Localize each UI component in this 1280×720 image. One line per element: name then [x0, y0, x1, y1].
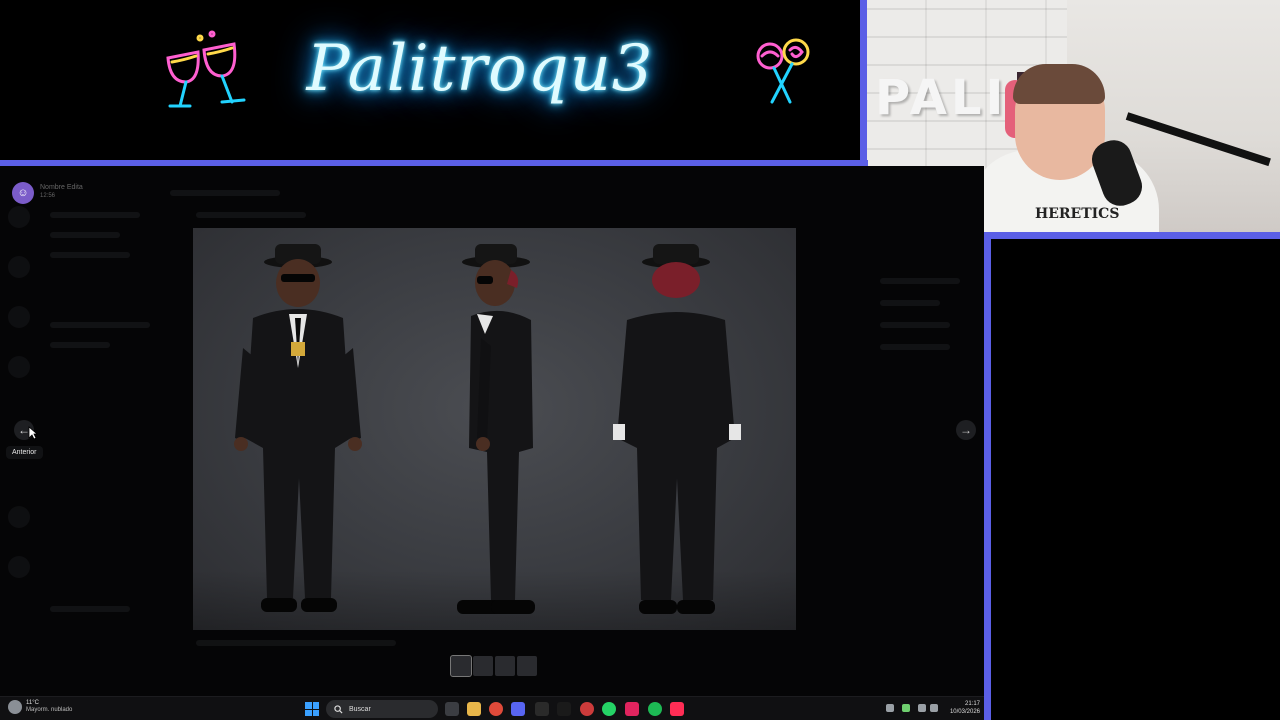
member-item[interactable] — [880, 344, 950, 350]
member-item[interactable] — [880, 278, 960, 284]
search-label: Buscar — [349, 705, 371, 713]
epic-games-icon[interactable] — [535, 702, 549, 716]
network-icon[interactable] — [918, 704, 926, 712]
system-clock[interactable]: 21:17 10/03/2026 — [942, 700, 980, 716]
mic-arm — [1125, 112, 1271, 167]
file-explorer-icon[interactable] — [467, 702, 481, 716]
banner-title: Palitroqu3 — [306, 32, 654, 106]
previous-tooltip: Anterior — [6, 446, 43, 459]
channel-item[interactable] — [50, 606, 130, 612]
uploader-avatar[interactable]: ☺ — [12, 182, 34, 204]
weather-widget[interactable]: 11°C Mayorm. nublado — [8, 700, 72, 714]
cloud-icon — [8, 700, 22, 714]
channel-item[interactable] — [50, 252, 130, 258]
discord-icon[interactable] — [511, 702, 525, 716]
shirt-text: HERETICS — [1035, 206, 1120, 222]
channel-item[interactable] — [50, 342, 110, 348]
screen-capture: ☺ Nombre Edita 12:56 ← Anterior → — [0, 166, 984, 696]
server-icon[interactable] — [8, 256, 30, 278]
message-text — [196, 212, 306, 218]
character-front-view — [234, 244, 362, 612]
windows-taskbar: 11°C Mayorm. nublado Buscar 21:17 10/03/… — [0, 696, 984, 720]
mic-icon[interactable] — [902, 704, 910, 712]
search-icon — [334, 704, 343, 714]
tiktok-icon[interactable] — [670, 702, 684, 716]
character-back-view — [613, 244, 741, 614]
streamer-hair — [1013, 64, 1105, 104]
next-image-button[interactable]: → — [956, 420, 976, 440]
member-item[interactable] — [880, 300, 940, 306]
weather-temperature: 11°C — [26, 700, 39, 706]
message-text — [196, 640, 396, 646]
weather-description: Mayorm. nublado — [26, 707, 73, 713]
mouse-cursor-icon — [28, 426, 38, 440]
stream-banner: Palitroqu3 — [0, 0, 862, 160]
avatar-glyph: ☺ — [17, 187, 29, 199]
channel-header — [170, 190, 280, 196]
thumbnail[interactable] — [517, 656, 537, 676]
arrow-right-icon: → — [960, 423, 972, 437]
character-side-view — [457, 244, 535, 614]
expanded-image[interactable] — [193, 228, 796, 630]
server-icon[interactable] — [8, 306, 30, 328]
channel-item[interactable] — [50, 212, 140, 218]
opera-icon[interactable] — [580, 702, 594, 716]
member-item[interactable] — [880, 322, 950, 328]
channel-item[interactable] — [50, 232, 120, 238]
uploader-name: Nombre Edita — [40, 184, 83, 191]
lollipop-icon — [756, 38, 810, 104]
whatsapp-icon[interactable] — [602, 702, 616, 716]
server-icon[interactable] — [8, 506, 30, 528]
thumbnail[interactable] — [495, 656, 515, 676]
taskbar-search[interactable]: Buscar — [326, 700, 438, 718]
channel-item[interactable] — [50, 322, 150, 328]
wall-sign: PALI — [875, 70, 1008, 126]
thumbnail[interactable] — [473, 656, 493, 676]
upload-time: 12:56 — [40, 193, 56, 199]
clock-time: 21:17 — [964, 701, 980, 707]
adobe-icon[interactable] — [625, 702, 639, 716]
thumbnail[interactable] — [450, 655, 472, 677]
capcut-icon[interactable] — [557, 702, 571, 716]
server-icon[interactable] — [8, 556, 30, 578]
clock-date: 10/03/2026 — [949, 709, 980, 715]
server-icon[interactable] — [8, 206, 30, 228]
task-view-icon[interactable] — [445, 702, 459, 716]
frame-border-right — [984, 232, 991, 720]
thumbnail-strip — [450, 655, 537, 677]
chrome-icon[interactable] — [489, 702, 503, 716]
spotify-icon[interactable] — [648, 702, 662, 716]
chevron-up-icon[interactable] — [886, 704, 894, 712]
wine-glasses-icon — [166, 30, 246, 108]
volume-icon[interactable] — [930, 704, 938, 712]
server-icon[interactable] — [8, 356, 30, 378]
windows-start-icon[interactable] — [305, 702, 319, 716]
